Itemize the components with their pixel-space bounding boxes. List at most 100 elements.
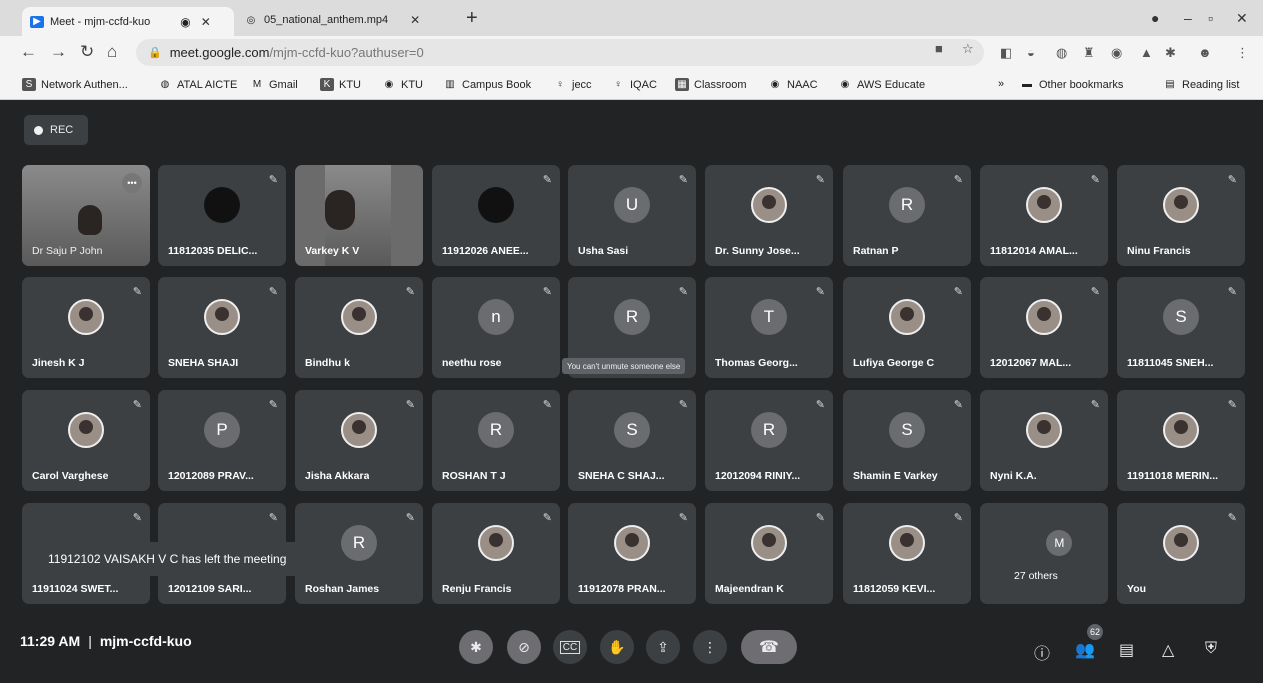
- restore-icon[interactable]: ▫: [1208, 10, 1213, 26]
- present-button[interactable]: ⇪: [646, 630, 680, 664]
- participant-tile[interactable]: ✎ 11812059 KEVI...: [843, 503, 971, 604]
- participant-tile[interactable]: M✎27 others: [980, 503, 1108, 604]
- tab-video[interactable]: ◎ 05_national_anthem.mp4 ✕: [236, 7, 456, 33]
- participant-tile[interactable]: ✎ Lufiya George C: [843, 277, 971, 378]
- tab-meet[interactable]: ▶ Meet - mjm-ccfd-kuo ◉ ✕: [22, 7, 234, 36]
- profile-avatar-icon[interactable]: ☻: [1198, 45, 1212, 60]
- minimize-icon[interactable]: –: [1184, 10, 1192, 26]
- more-options-button[interactable]: ⋮: [693, 630, 727, 664]
- participant-name: Dr Saju P John: [32, 245, 103, 257]
- avatar-letter: n: [478, 299, 514, 336]
- close-window-icon[interactable]: ✕: [1236, 10, 1248, 27]
- participant-tile[interactable]: S ✎ Shamin E Varkey: [843, 390, 971, 491]
- bookmark-iqac[interactable]: ♀ IQAC: [611, 78, 657, 91]
- participant-tile[interactable]: ✎ You: [1117, 503, 1245, 604]
- participant-tile[interactable]: R ✎ ROSHAN T J: [432, 390, 560, 491]
- bookmark-icon: ♀: [556, 79, 564, 90]
- participant-tile[interactable]: ✎ Dr. Sunny Jose...: [705, 165, 833, 266]
- extensions-puzzle-icon[interactable]: ✱: [1165, 45, 1176, 61]
- participant-tile[interactable]: R ✎ Ratnan P: [843, 165, 971, 266]
- captions-button[interactable]: CC: [553, 630, 587, 664]
- extension-icon[interactable]: ◉: [1111, 45, 1122, 61]
- participant-tile[interactable]: ✎ 11812035 DELIC...: [158, 165, 286, 266]
- participant-tile[interactable]: ✎ 11812014 AMAL...: [980, 165, 1108, 266]
- participant-tile[interactable]: P ✎ 12012089 PRAV...: [158, 390, 286, 491]
- participant-tile[interactable]: U ✎ Usha Sasi: [568, 165, 696, 266]
- muted-mic-icon: ✎: [678, 512, 688, 524]
- other-bookmarks[interactable]: ▬ Other bookmarks: [1020, 78, 1123, 91]
- participant-tile[interactable]: ✎Varkey K V: [295, 165, 423, 266]
- camera-off-icon: ⊘: [518, 638, 530, 655]
- extension-icon[interactable]: ◧: [1000, 45, 1012, 61]
- close-icon[interactable]: ✕: [410, 13, 420, 27]
- bookmark-atal-aicte[interactable]: ◍ ATAL AICTE: [158, 78, 238, 91]
- host-controls-icon[interactable]: ⛨: [1205, 640, 1217, 658]
- participant-tile[interactable]: ••• Dr Saju P John: [22, 165, 150, 266]
- participant-tile[interactable]: n ✎ neethu rose: [432, 277, 560, 378]
- bookmark-network-auth[interactable]: S Network Authen...: [22, 78, 128, 91]
- extension-icon[interactable]: ▲: [1140, 45, 1153, 60]
- present-screen-icon: ⇪: [657, 638, 669, 655]
- participant-tile[interactable]: R ✎ 12012094 RINIY...: [705, 390, 833, 491]
- meeting-details-icon[interactable]: ⓘ: [1034, 640, 1050, 664]
- participant-tile[interactable]: T ✎ Thomas Georg...: [705, 277, 833, 378]
- bookmark-classroom[interactable]: ▦ Classroom: [675, 78, 747, 91]
- bookmark-overflow-button[interactable]: »: [998, 78, 1004, 90]
- menu-dots-icon[interactable]: ⋮: [1236, 45, 1249, 61]
- meet-stage: REC •••Dr Saju P John✎11812035 DELIC...✎…: [0, 100, 1263, 683]
- participant-tile[interactable]: ✎ 12012067 MAL...: [980, 277, 1108, 378]
- muted-mic-icon: ✎: [268, 286, 278, 298]
- participant-tile[interactable]: ✎ Renju Francis: [432, 503, 560, 604]
- participant-tile[interactable]: ✎ 11911018 MERIN...: [1117, 390, 1245, 491]
- bookmark-ktu-1[interactable]: K KTU: [320, 78, 361, 91]
- home-icon[interactable]: ⌂: [107, 41, 117, 63]
- avatar: [204, 187, 240, 224]
- left-meeting-toast: 11912102 VAISAKH V C has left the meetin…: [28, 542, 314, 576]
- recording-badge[interactable]: REC: [24, 115, 88, 145]
- bookmark-star-icon[interactable]: ☆: [962, 41, 974, 57]
- microphone-off-button[interactable]: ✱: [459, 630, 493, 664]
- leave-call-button[interactable]: ☎: [741, 630, 797, 664]
- new-tab-button[interactable]: +: [466, 8, 478, 28]
- participant-tile[interactable]: ✎ Carol Varghese: [22, 390, 150, 491]
- participant-name: neethu rose: [442, 357, 502, 369]
- participant-tile[interactable]: S ✎ SNEHA C SHAJ...: [568, 390, 696, 491]
- bookmark-campus-book[interactable]: ▥ Campus Book: [443, 78, 531, 91]
- participant-tile[interactable]: S ✎ 11811045 SNEH...: [1117, 277, 1245, 378]
- extension-icon[interactable]: ◒: [1027, 45, 1035, 60]
- activities-icon[interactable]: △: [1162, 640, 1174, 660]
- back-icon[interactable]: ←: [20, 41, 37, 63]
- extension-icon[interactable]: ♜: [1083, 45, 1095, 61]
- muted-mic-icon: ✎: [268, 174, 278, 186]
- camera-off-button[interactable]: ⊘: [507, 630, 541, 664]
- reload-icon[interactable]: ↻: [80, 41, 94, 63]
- participant-tile[interactable]: ✎ Majeendran K: [705, 503, 833, 604]
- participant-tile[interactable]: ✎ 11912078 PRAN...: [568, 503, 696, 604]
- close-icon[interactable]: ✕: [201, 15, 211, 29]
- bookmark-gmail[interactable]: M Gmail: [250, 78, 298, 91]
- forward-icon[interactable]: →: [50, 41, 67, 63]
- participant-tile[interactable]: R ✎ Roshan James: [295, 503, 423, 604]
- participant-tile[interactable]: ✎ SNEHA SHAJI: [158, 277, 286, 378]
- camera-in-use-icon[interactable]: ■: [935, 41, 943, 56]
- reading-list[interactable]: ▤ Reading list: [1163, 78, 1239, 91]
- participant-tile[interactable]: ✎ Bindhu k: [295, 277, 423, 378]
- people-icon[interactable]: 👥: [1075, 640, 1095, 660]
- chat-icon[interactable]: ▤: [1119, 640, 1134, 660]
- participant-tile[interactable]: ✎ Ninu Francis: [1117, 165, 1245, 266]
- bookmark-naac[interactable]: ◉ NAAC: [768, 78, 818, 91]
- bookmark-jecc[interactable]: ♀ jecc: [553, 78, 591, 91]
- raise-hand-button[interactable]: ✋: [600, 630, 634, 664]
- bookmark-ktu-2[interactable]: ◉ KTU: [382, 78, 423, 91]
- muted-mic-icon: ✎: [542, 512, 552, 524]
- address-bar[interactable]: 🔒 meet.google.com /mjm-ccfd-kuo?authuser…: [136, 39, 984, 66]
- participant-tile[interactable]: ✎ Jinesh K J: [22, 277, 150, 378]
- muted-mic-icon: ✎: [132, 399, 142, 411]
- bookmark-aws-educate[interactable]: ◉ AWS Educate: [838, 78, 925, 91]
- profile-icon[interactable]: ●: [1151, 10, 1159, 26]
- participant-tile[interactable]: ✎ Nyni K.A.: [980, 390, 1108, 491]
- participant-tile[interactable]: ✎ 11912026 ANEE...: [432, 165, 560, 266]
- extension-icon[interactable]: ◍: [1056, 45, 1067, 61]
- reading-list-icon: ▤: [1165, 79, 1175, 90]
- participant-tile[interactable]: ✎ Jisha Akkara: [295, 390, 423, 491]
